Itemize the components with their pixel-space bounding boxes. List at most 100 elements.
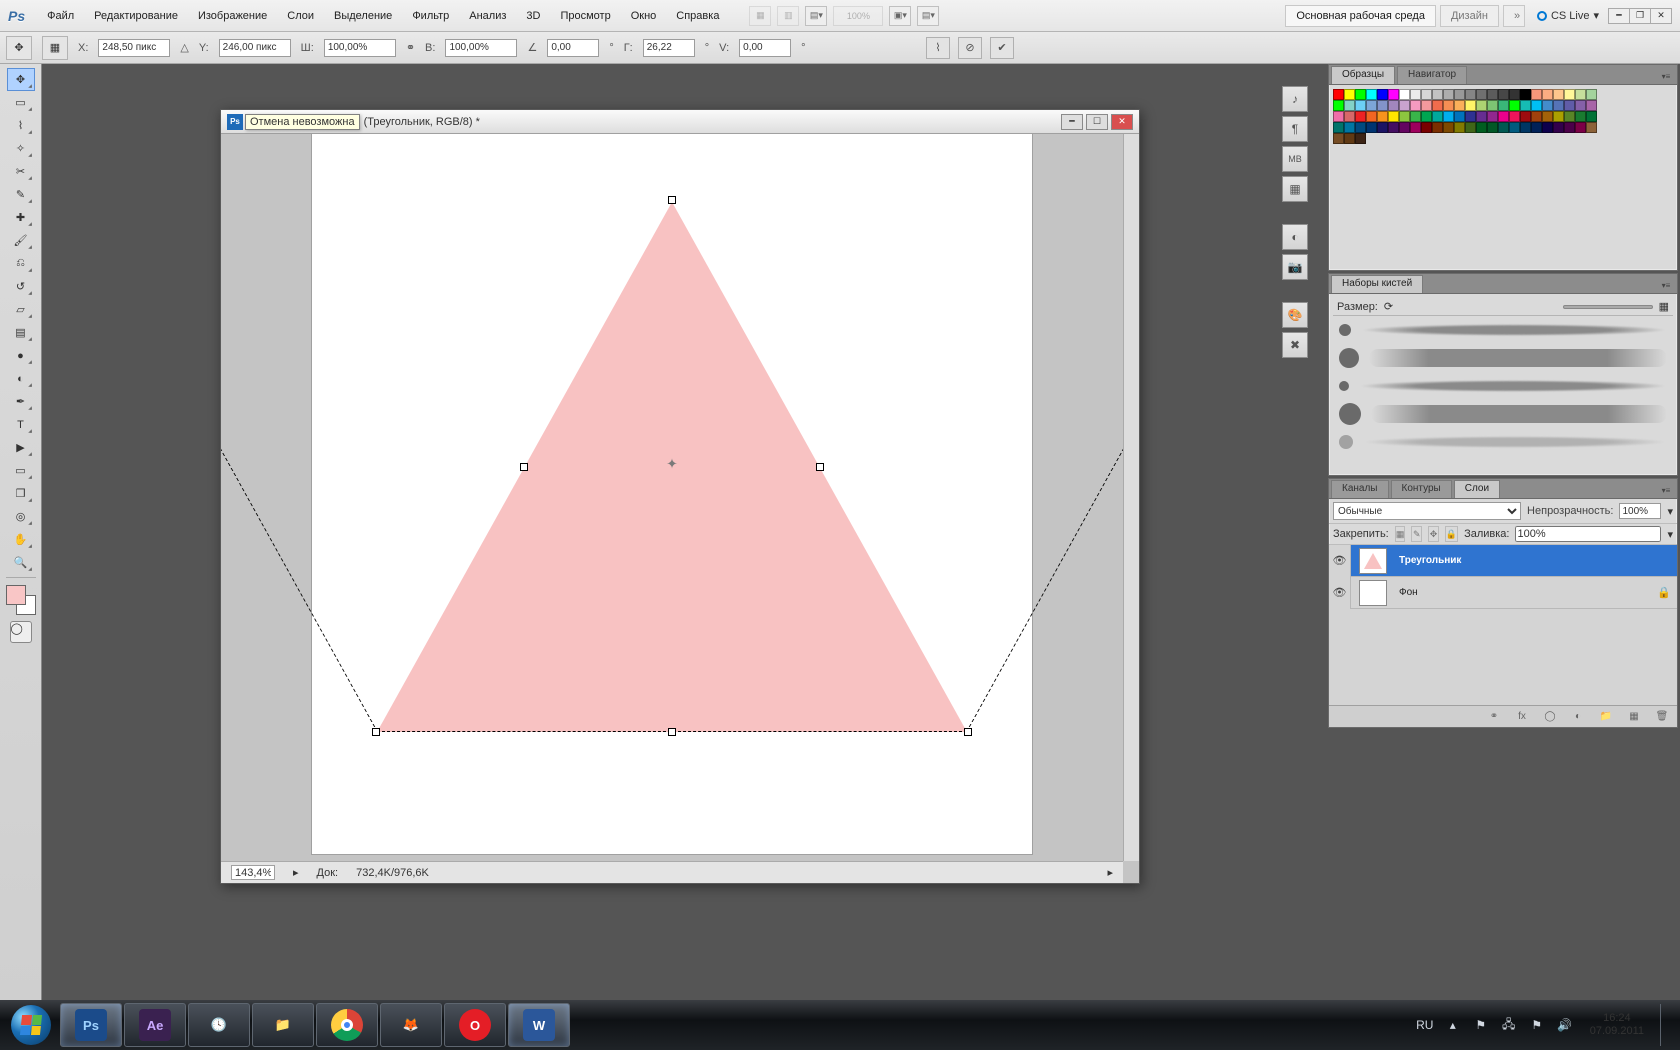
swatch[interactable]	[1476, 122, 1487, 133]
swatch[interactable]	[1366, 89, 1377, 100]
swatch[interactable]	[1586, 122, 1597, 133]
layer-row-triangle[interactable]: 👁 Треугольник	[1329, 545, 1677, 577]
swatch[interactable]	[1333, 89, 1344, 100]
handle-top[interactable]	[668, 196, 676, 204]
workspace-more-icon[interactable]: »	[1503, 5, 1525, 27]
layer-fx-icon[interactable]: fx	[1513, 709, 1531, 725]
swatch[interactable]	[1366, 122, 1377, 133]
layer-name[interactable]: Треугольник	[1399, 555, 1461, 566]
swatch[interactable]	[1377, 122, 1388, 133]
swatch[interactable]	[1487, 100, 1498, 111]
swatch[interactable]	[1476, 89, 1487, 100]
menu-image[interactable]: Изображение	[188, 4, 277, 28]
swatch[interactable]	[1388, 89, 1399, 100]
history-brush-tool[interactable]: ↺	[7, 275, 35, 298]
menu-select[interactable]: Выделение	[324, 4, 402, 28]
panel-icon-8[interactable]: ✖	[1282, 332, 1308, 358]
status-arrow-icon[interactable]: ▸	[1107, 866, 1113, 879]
swatch[interactable]	[1333, 122, 1344, 133]
mini-bridge-icon[interactable]: ▥	[777, 6, 799, 26]
taskbar-app-opera[interactable]: O	[444, 1003, 506, 1047]
layer-name[interactable]: Фон	[1399, 587, 1418, 598]
brush-size-slider[interactable]	[1563, 305, 1653, 309]
swatch[interactable]	[1531, 122, 1542, 133]
transform-tool-icon[interactable]: ✥	[6, 36, 32, 60]
swatch[interactable]	[1410, 122, 1421, 133]
warp-mode-icon[interactable]: ⌇	[926, 37, 950, 59]
swatch[interactable]	[1465, 111, 1476, 122]
link-layers-icon[interactable]: ⚭	[1485, 709, 1503, 725]
swatch[interactable]	[1366, 111, 1377, 122]
swatch[interactable]	[1355, 111, 1366, 122]
menu-window[interactable]: Окно	[621, 4, 667, 28]
tray-show-hidden-icon[interactable]: ▴	[1444, 1016, 1462, 1034]
swatch[interactable]	[1432, 122, 1443, 133]
healing-brush-tool[interactable]: ✚	[7, 206, 35, 229]
reference-point-icon[interactable]: ▦	[42, 36, 68, 60]
workspace-main[interactable]: Основная рабочая среда	[1285, 5, 1436, 27]
taskbar-app-firefox[interactable]: 🦊	[380, 1003, 442, 1047]
tab-swatches[interactable]: Образцы	[1331, 66, 1395, 84]
swatch[interactable]	[1531, 111, 1542, 122]
3d-tool[interactable]: ❒	[7, 482, 35, 505]
opacity-input[interactable]	[1619, 503, 1661, 519]
swatch[interactable]	[1355, 100, 1366, 111]
swatch[interactable]	[1487, 122, 1498, 133]
swatch[interactable]	[1509, 122, 1520, 133]
swatch[interactable]	[1399, 111, 1410, 122]
swatch[interactable]	[1454, 100, 1465, 111]
swatch[interactable]	[1355, 133, 1366, 144]
tab-brush-presets[interactable]: Наборы кистей	[1331, 275, 1423, 293]
swatch[interactable]	[1443, 100, 1454, 111]
menu-filter[interactable]: Фильтр	[402, 4, 459, 28]
reset-icon[interactable]: ⟳	[1384, 300, 1393, 313]
tab-channels[interactable]: Каналы	[1331, 480, 1389, 498]
pen-tool[interactable]: ✒	[7, 390, 35, 413]
swatch[interactable]	[1344, 111, 1355, 122]
eraser-tool[interactable]: ▱	[7, 298, 35, 321]
menu-help[interactable]: Справка	[666, 4, 729, 28]
tab-layers[interactable]: Слои	[1454, 480, 1500, 498]
commit-transform-icon[interactable]: ✔	[990, 37, 1014, 59]
swatch[interactable]	[1542, 89, 1553, 100]
panel-icon-1[interactable]: ♪	[1282, 86, 1308, 112]
tab-navigator[interactable]: Навигатор	[1397, 66, 1467, 84]
visibility-icon[interactable]: 👁	[1329, 545, 1351, 577]
canvas[interactable]: ✦	[312, 134, 1032, 854]
doc-maximize-button[interactable]: ☐	[1086, 114, 1108, 130]
adjustment-layer-icon[interactable]: ◐	[1569, 709, 1587, 725]
doc-close-button[interactable]: ✕	[1111, 114, 1133, 130]
handle-bottom-center[interactable]	[668, 728, 676, 736]
color-swatches[interactable]	[6, 585, 36, 615]
swatch[interactable]	[1553, 122, 1564, 133]
taskbar-app-clock[interactable]: 🕓	[188, 1003, 250, 1047]
x-input[interactable]	[98, 39, 170, 57]
angle-input[interactable]	[547, 39, 599, 57]
swatch[interactable]	[1564, 89, 1575, 100]
crop-tool[interactable]: ✂	[7, 160, 35, 183]
handle-bottom-left[interactable]	[372, 728, 380, 736]
menu-file[interactable]: Файл	[37, 4, 84, 28]
swatch[interactable]	[1498, 111, 1509, 122]
marquee-tool[interactable]: ▭	[7, 91, 35, 114]
swatch[interactable]	[1586, 89, 1597, 100]
move-tool[interactable]: ✥	[7, 68, 35, 91]
path-select-tool[interactable]: ▶	[7, 436, 35, 459]
tray-network-icon[interactable]: 🖧	[1500, 1016, 1518, 1034]
swatch[interactable]	[1509, 89, 1520, 100]
quick-mask-button[interactable]: ◯	[10, 621, 32, 643]
swatch[interactable]	[1564, 100, 1575, 111]
shape-tool[interactable]: ▭	[7, 459, 35, 482]
menu-3d[interactable]: 3D	[516, 4, 550, 28]
transform-center-icon[interactable]: ✦	[666, 456, 678, 473]
foreground-color[interactable]	[6, 585, 26, 605]
zoom-field[interactable]	[231, 865, 275, 880]
swatch[interactable]	[1443, 122, 1454, 133]
swatch[interactable]	[1454, 89, 1465, 100]
swatch[interactable]	[1355, 89, 1366, 100]
h-input[interactable]	[445, 39, 517, 57]
taskbar-app-photoshop[interactable]: Ps	[60, 1003, 122, 1047]
layer-row-background[interactable]: 👁 Фон 🔒	[1329, 577, 1677, 609]
swatch[interactable]	[1410, 89, 1421, 100]
taskbar-app-explorer[interactable]: 📁	[252, 1003, 314, 1047]
